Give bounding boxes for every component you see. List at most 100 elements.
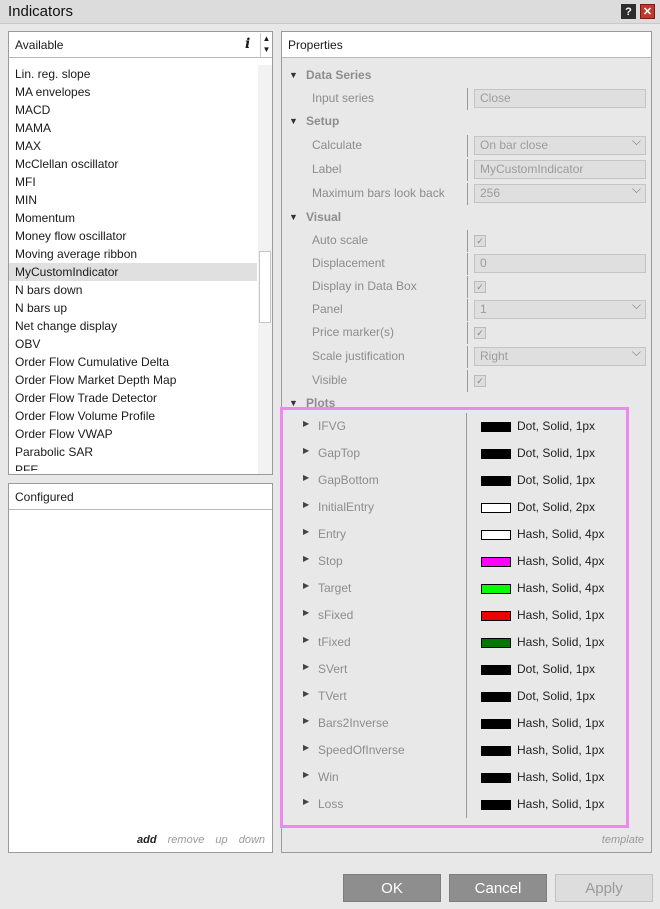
max-bars-select[interactable]: 256 — [474, 182, 646, 203]
color-swatch[interactable] — [481, 557, 511, 567]
list-item[interactable]: Money flow oscillator — [9, 227, 257, 245]
list-item[interactable]: MACD — [9, 101, 257, 119]
expand-arrow-icon[interactable]: ▶ — [303, 527, 309, 536]
plot-row[interactable]: ▶ SVert Dot, Solid, 1px — [283, 656, 626, 683]
list-item[interactable]: Parabolic SAR — [9, 443, 257, 461]
color-swatch[interactable] — [481, 476, 511, 486]
list-item[interactable]: Order Flow Volume Profile — [9, 407, 257, 425]
list-item[interactable]: MFI — [9, 173, 257, 191]
scale-justification-select[interactable]: Right — [474, 345, 646, 366]
list-item[interactable]: N bars up — [9, 299, 257, 317]
display-in-databox-checkbox[interactable]: ✓ — [474, 281, 486, 293]
list-item[interactable]: MA envelopes — [9, 83, 257, 101]
plot-row[interactable]: ▶ GapTop Dot, Solid, 1px — [283, 440, 626, 467]
visible-checkbox[interactable]: ✓ — [474, 375, 486, 387]
list-item[interactable]: OBV — [9, 335, 257, 353]
plot-style-value[interactable]: Hash, Solid, 4px — [517, 554, 604, 568]
plot-style-value[interactable]: Hash, Solid, 1px — [517, 797, 604, 811]
plot-row[interactable]: ▶ Win Hash, Solid, 1px — [283, 764, 626, 791]
close-button[interactable]: ✕ — [640, 4, 655, 19]
plot-row[interactable]: ▶ tFixed Hash, Solid, 1px — [283, 629, 626, 656]
list-item[interactable]: PFE — [9, 461, 257, 471]
panel-select[interactable]: 1 — [474, 298, 646, 319]
plot-row[interactable]: ▶ Target Hash, Solid, 4px — [283, 575, 626, 602]
plot-row[interactable]: ▶ InitialEntry Dot, Solid, 2px — [283, 494, 626, 521]
price-marker-checkbox[interactable]: ✓ — [474, 327, 486, 339]
plot-row[interactable]: ▶ GapBottom Dot, Solid, 1px — [283, 467, 626, 494]
add-link[interactable]: add — [137, 834, 157, 846]
list-item[interactable]: Order Flow Trade Detector — [9, 389, 257, 407]
plot-row[interactable]: ▶ Bars2Inverse Hash, Solid, 1px — [283, 710, 626, 737]
expand-arrow-icon[interactable]: ▶ — [303, 635, 309, 644]
list-item[interactable]: Order Flow VWAP — [9, 425, 257, 443]
color-swatch[interactable] — [481, 503, 511, 513]
cancel-button[interactable]: Cancel — [449, 874, 547, 902]
plot-style-value[interactable]: Hash, Solid, 1px — [517, 770, 604, 784]
color-swatch[interactable] — [481, 719, 511, 729]
help-button[interactable]: ? — [621, 4, 636, 19]
expand-arrow-icon[interactable]: ▶ — [303, 554, 309, 563]
auto-scale-checkbox[interactable]: ✓ — [474, 235, 486, 247]
remove-link[interactable]: remove — [168, 834, 205, 846]
down-link[interactable]: down — [239, 834, 265, 846]
category-data-series[interactable]: ▼ Data Series — [282, 65, 371, 85]
expand-arrow-icon[interactable]: ▶ — [303, 581, 309, 590]
expand-arrow-icon[interactable]: ▶ — [303, 608, 309, 617]
plot-style-value[interactable]: Hash, Solid, 1px — [517, 608, 604, 622]
color-swatch[interactable] — [481, 773, 511, 783]
scroll-thumb[interactable] — [259, 251, 271, 323]
list-item[interactable]: Moving average ribbon — [9, 245, 257, 263]
template-link[interactable]: template — [602, 834, 644, 846]
expand-arrow-icon[interactable]: ▶ — [303, 500, 309, 509]
plot-style-value[interactable]: Dot, Solid, 1px — [517, 446, 595, 460]
expand-arrow-icon[interactable]: ▶ — [303, 446, 309, 455]
list-item[interactable]: N bars down — [9, 281, 257, 299]
category-setup[interactable]: ▼ Setup — [282, 111, 339, 131]
plot-row[interactable]: ▶ SpeedOfInverse Hash, Solid, 1px — [283, 737, 626, 764]
plot-style-value[interactable]: Dot, Solid, 1px — [517, 689, 595, 703]
color-swatch[interactable] — [481, 449, 511, 459]
plot-style-value[interactable]: Dot, Solid, 1px — [517, 662, 595, 676]
expand-arrow-icon[interactable]: ▶ — [303, 689, 309, 698]
info-icon[interactable]: i — [245, 36, 250, 52]
plot-row[interactable]: ▶ sFixed Hash, Solid, 1px — [283, 602, 626, 629]
color-swatch[interactable] — [481, 665, 511, 675]
expand-arrow-icon[interactable]: ▶ — [303, 419, 309, 428]
plot-style-value[interactable]: Hash, Solid, 1px — [517, 743, 604, 757]
collapse-arrow-icon[interactable]: ▼ — [289, 111, 298, 131]
color-swatch[interactable] — [481, 800, 511, 810]
plot-row[interactable]: ▶ Stop Hash, Solid, 4px — [283, 548, 626, 575]
list-item[interactable]: Momentum — [9, 209, 257, 227]
color-swatch[interactable] — [481, 692, 511, 702]
list-item[interactable]: Lin. reg. slope — [9, 65, 257, 83]
up-link[interactable]: up — [215, 834, 227, 846]
color-swatch[interactable] — [481, 746, 511, 756]
plot-style-value[interactable]: Dot, Solid, 1px — [517, 419, 595, 433]
plot-row[interactable]: ▶ TVert Dot, Solid, 1px — [283, 683, 626, 710]
color-swatch[interactable] — [481, 611, 511, 621]
plot-style-value[interactable]: Hash, Solid, 4px — [517, 527, 604, 541]
list-item[interactable]: MAX — [9, 137, 257, 155]
plot-style-value[interactable]: Dot, Solid, 1px — [517, 473, 595, 487]
displacement-field[interactable]: 0 — [474, 254, 646, 273]
label-field[interactable]: MyCustomIndicator — [474, 160, 646, 179]
list-item[interactable]: McClellan oscillator — [9, 155, 257, 173]
color-swatch[interactable] — [481, 530, 511, 540]
expand-arrow-icon[interactable]: ▶ — [303, 797, 309, 806]
plot-row[interactable]: ▶ Loss Hash, Solid, 1px — [283, 791, 626, 818]
available-scrollbar[interactable] — [258, 65, 272, 474]
plot-style-value[interactable]: Hash, Solid, 4px — [517, 581, 604, 595]
list-item[interactable]: Net change display — [9, 317, 257, 335]
list-item[interactable]: Order Flow Cumulative Delta — [9, 353, 257, 371]
plot-style-value[interactable]: Hash, Solid, 1px — [517, 716, 604, 730]
expand-arrow-icon[interactable]: ▶ — [303, 716, 309, 725]
expand-arrow-icon[interactable]: ▶ — [303, 662, 309, 671]
apply-button[interactable]: Apply — [555, 874, 653, 902]
ok-button[interactable]: OK — [343, 874, 441, 902]
expand-arrow-icon[interactable]: ▶ — [303, 770, 309, 779]
list-item[interactable]: MAMA — [9, 119, 257, 137]
color-swatch[interactable] — [481, 584, 511, 594]
plot-row[interactable]: ▶ Entry Hash, Solid, 4px — [283, 521, 626, 548]
list-item[interactable]: MIN — [9, 191, 257, 209]
plot-style-value[interactable]: Dot, Solid, 2px — [517, 500, 595, 514]
